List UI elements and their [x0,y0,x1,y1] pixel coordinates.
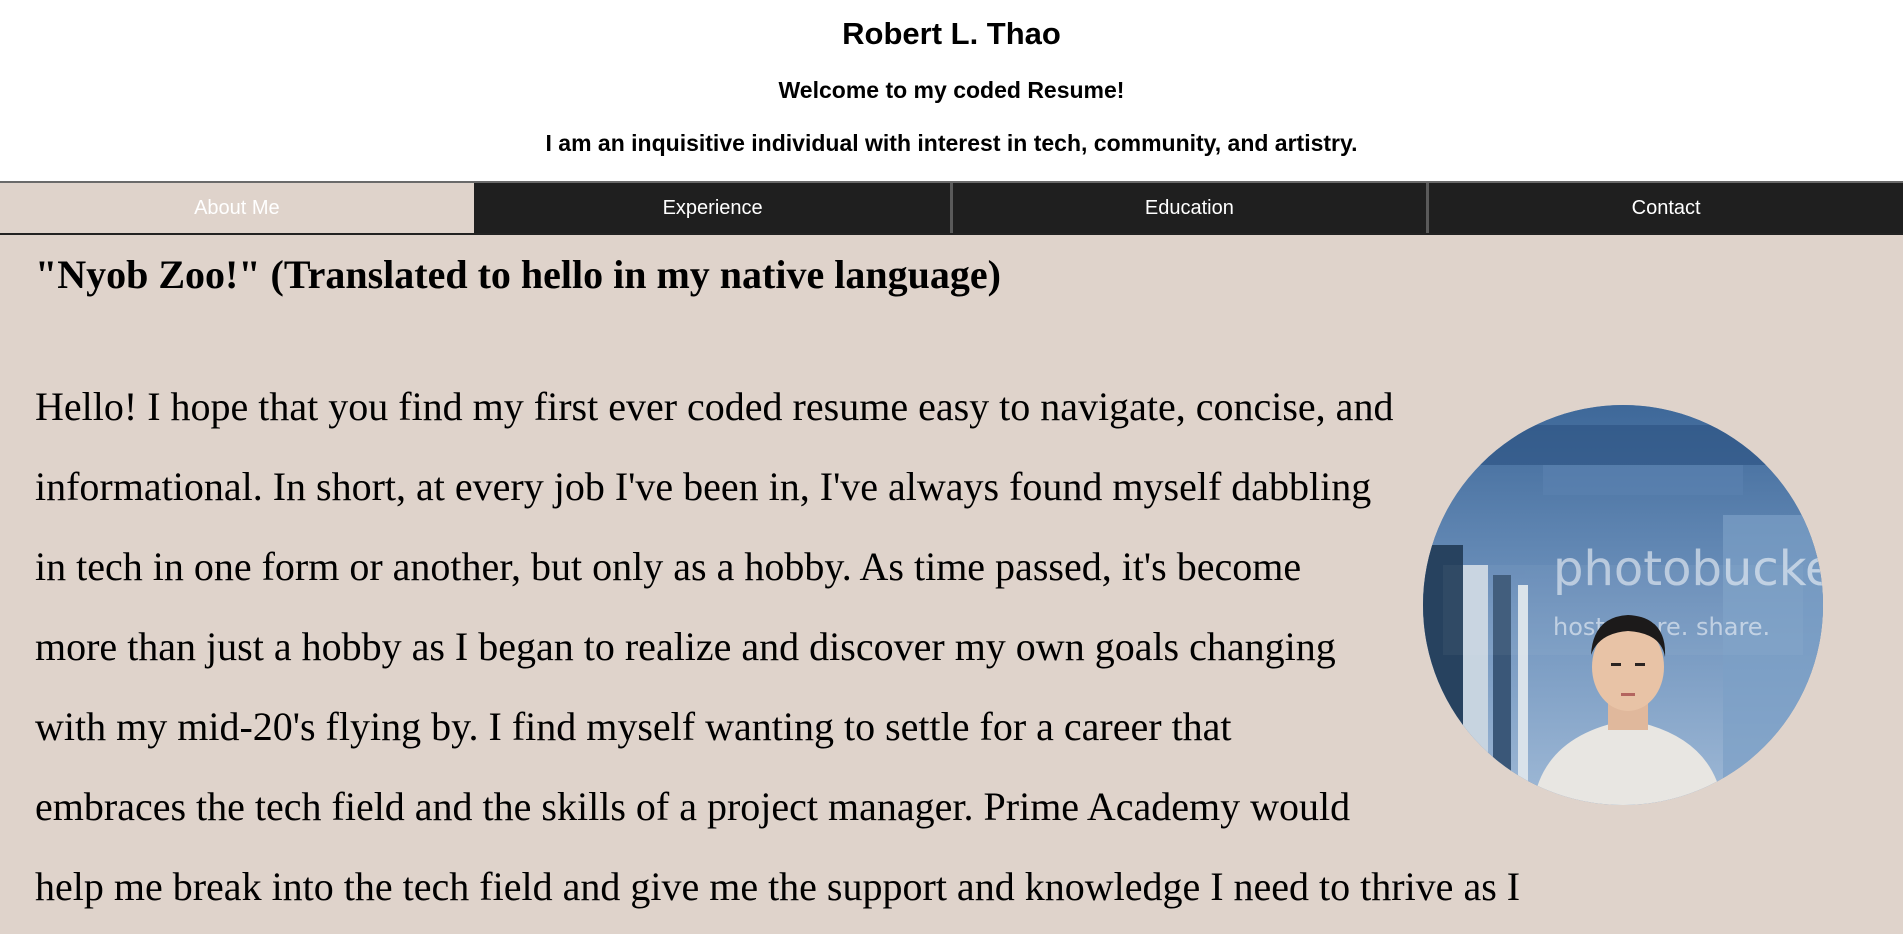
tab-experience[interactable]: Experience [476,183,953,233]
name-title: Robert L. Thao [842,16,1061,51]
tab-education[interactable]: Education [953,183,1430,233]
about-text-line: help me break into the tech field and gi… [35,864,1521,909]
about-text-line: more than just a hobby as I began to rea… [35,624,1336,669]
about-section: "Nyob Zoo!" (Translated to hello in my n… [0,235,1903,934]
page-header: Robert L. Thao Welcome to my coded Resum… [0,0,1903,181]
about-text-line: Hello! I hope that you find my first eve… [35,384,1394,429]
about-text-line: embraces the tech field and the skills o… [35,784,1351,829]
tagline: I am an inquisitive individual with inte… [545,130,1358,156]
about-text-line: informational. In short, at every job I'… [35,464,1372,509]
profile-photo: photobucket host. store. share. [1423,405,1823,805]
about-text-line: with my mid-20's flying by. I find mysel… [35,704,1232,749]
about-text: Hello! I hope that you find my first eve… [35,367,1575,927]
tab-about-me[interactable]: About Me [0,183,476,233]
about-heading: "Nyob Zoo!" (Translated to hello in my n… [35,252,1001,297]
watermark-main: photobucket [1553,541,1823,597]
nav-bar: About Me Experience Education Contact [0,181,1903,235]
profile-photo-image: photobucket host. store. share. [1423,405,1823,805]
about-text-line: in tech in one form or another, but only… [35,544,1302,589]
tab-contact[interactable]: Contact [1429,183,1903,233]
welcome-subtitle: Welcome to my coded Resume! [778,77,1125,103]
